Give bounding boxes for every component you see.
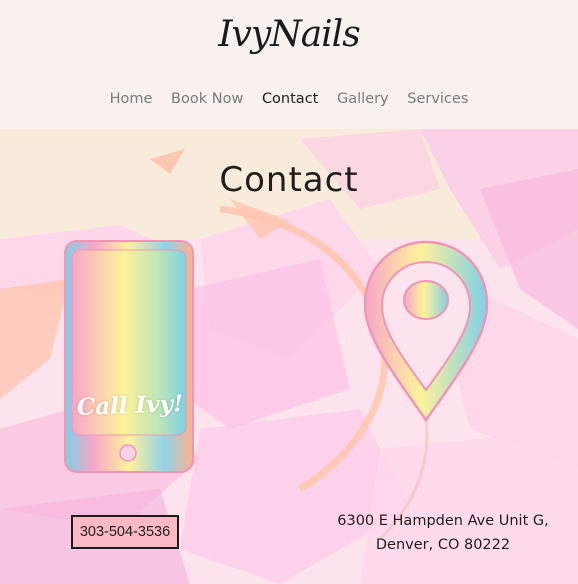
call-ivy-text: Call Ivy! [76, 390, 184, 421]
site-logo[interactable]: IvyNails [0, 14, 578, 55]
location-pin-icon [363, 240, 489, 423]
address-line-1: 6300 E Hampden Ave Unit G, [337, 513, 549, 529]
site-header: IvyNails Home Book Now Contact Gallery S… [0, 0, 578, 129]
nav-gallery[interactable]: Gallery [337, 91, 389, 107]
address-block: 6300 E Hampden Ave Unit G, Denver, CO 80… [322, 509, 564, 557]
page-title: Contact [219, 160, 359, 200]
nav-book-now[interactable]: Book Now [171, 91, 243, 107]
nav-services[interactable]: Services [407, 91, 468, 107]
main-nav: Home Book Now Contact Gallery Services [0, 91, 578, 107]
nav-contact[interactable]: Contact [262, 91, 318, 107]
phone-number-button[interactable]: 303-504-3536 [71, 515, 179, 549]
address-line-2: Denver, CO 80222 [375, 537, 511, 553]
smartphone-icon [64, 240, 194, 473]
nav-home[interactable]: Home [110, 91, 153, 107]
